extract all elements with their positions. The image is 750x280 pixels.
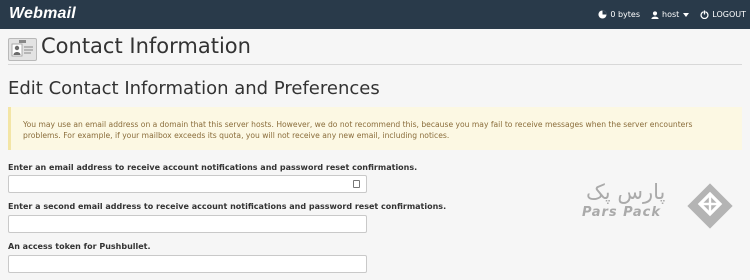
- page-title: Contact Information: [41, 34, 251, 58]
- watermark-persian-text: پارس پک: [586, 180, 666, 204]
- pushbullet-token-field[interactable]: [8, 255, 367, 273]
- username-text: host: [662, 10, 680, 19]
- email-field[interactable]: [8, 175, 367, 193]
- pushbullet-token-label: An access token for Pushbullet.: [8, 242, 151, 251]
- pie-chart-icon: [598, 10, 607, 19]
- email-field-label: Enter an email address to receive accoun…: [8, 163, 418, 172]
- second-email-field-label: Enter a second email address to receive …: [8, 202, 447, 211]
- webmail-logo[interactable]: Webmail: [9, 5, 76, 23]
- warning-notice: You may use an email address on a domain…: [8, 107, 742, 150]
- disk-usage-item[interactable]: 0 bytes: [598, 10, 640, 19]
- user-icon: [651, 10, 659, 19]
- top-nav-actions: 0 bytes host LOGOUT: [587, 0, 746, 29]
- top-navigation-bar: Webmail 0 bytes host LOGOUT: [0, 0, 750, 29]
- section-title: Edit Contact Information and Preferences: [8, 78, 380, 99]
- disk-usage-text: 0 bytes: [610, 10, 640, 19]
- contact-card-icon[interactable]: [353, 180, 360, 188]
- second-email-field[interactable]: [8, 215, 367, 233]
- user-menu[interactable]: host: [651, 10, 690, 19]
- logout-icon: [700, 10, 709, 19]
- page-header: Contact Information: [8, 34, 742, 65]
- parspack-diamond-logo: [687, 183, 733, 229]
- logout-link[interactable]: LOGOUT: [700, 10, 746, 19]
- caret-down-icon: [683, 12, 690, 17]
- notice-text: You may use an email address on a domain…: [23, 120, 693, 140]
- watermark-english-text: Pars Pack: [582, 205, 661, 220]
- parspack-watermark: پارس پک Pars Pack: [582, 180, 744, 232]
- id-card-icon: [8, 38, 37, 61]
- logout-text: LOGOUT: [712, 10, 746, 19]
